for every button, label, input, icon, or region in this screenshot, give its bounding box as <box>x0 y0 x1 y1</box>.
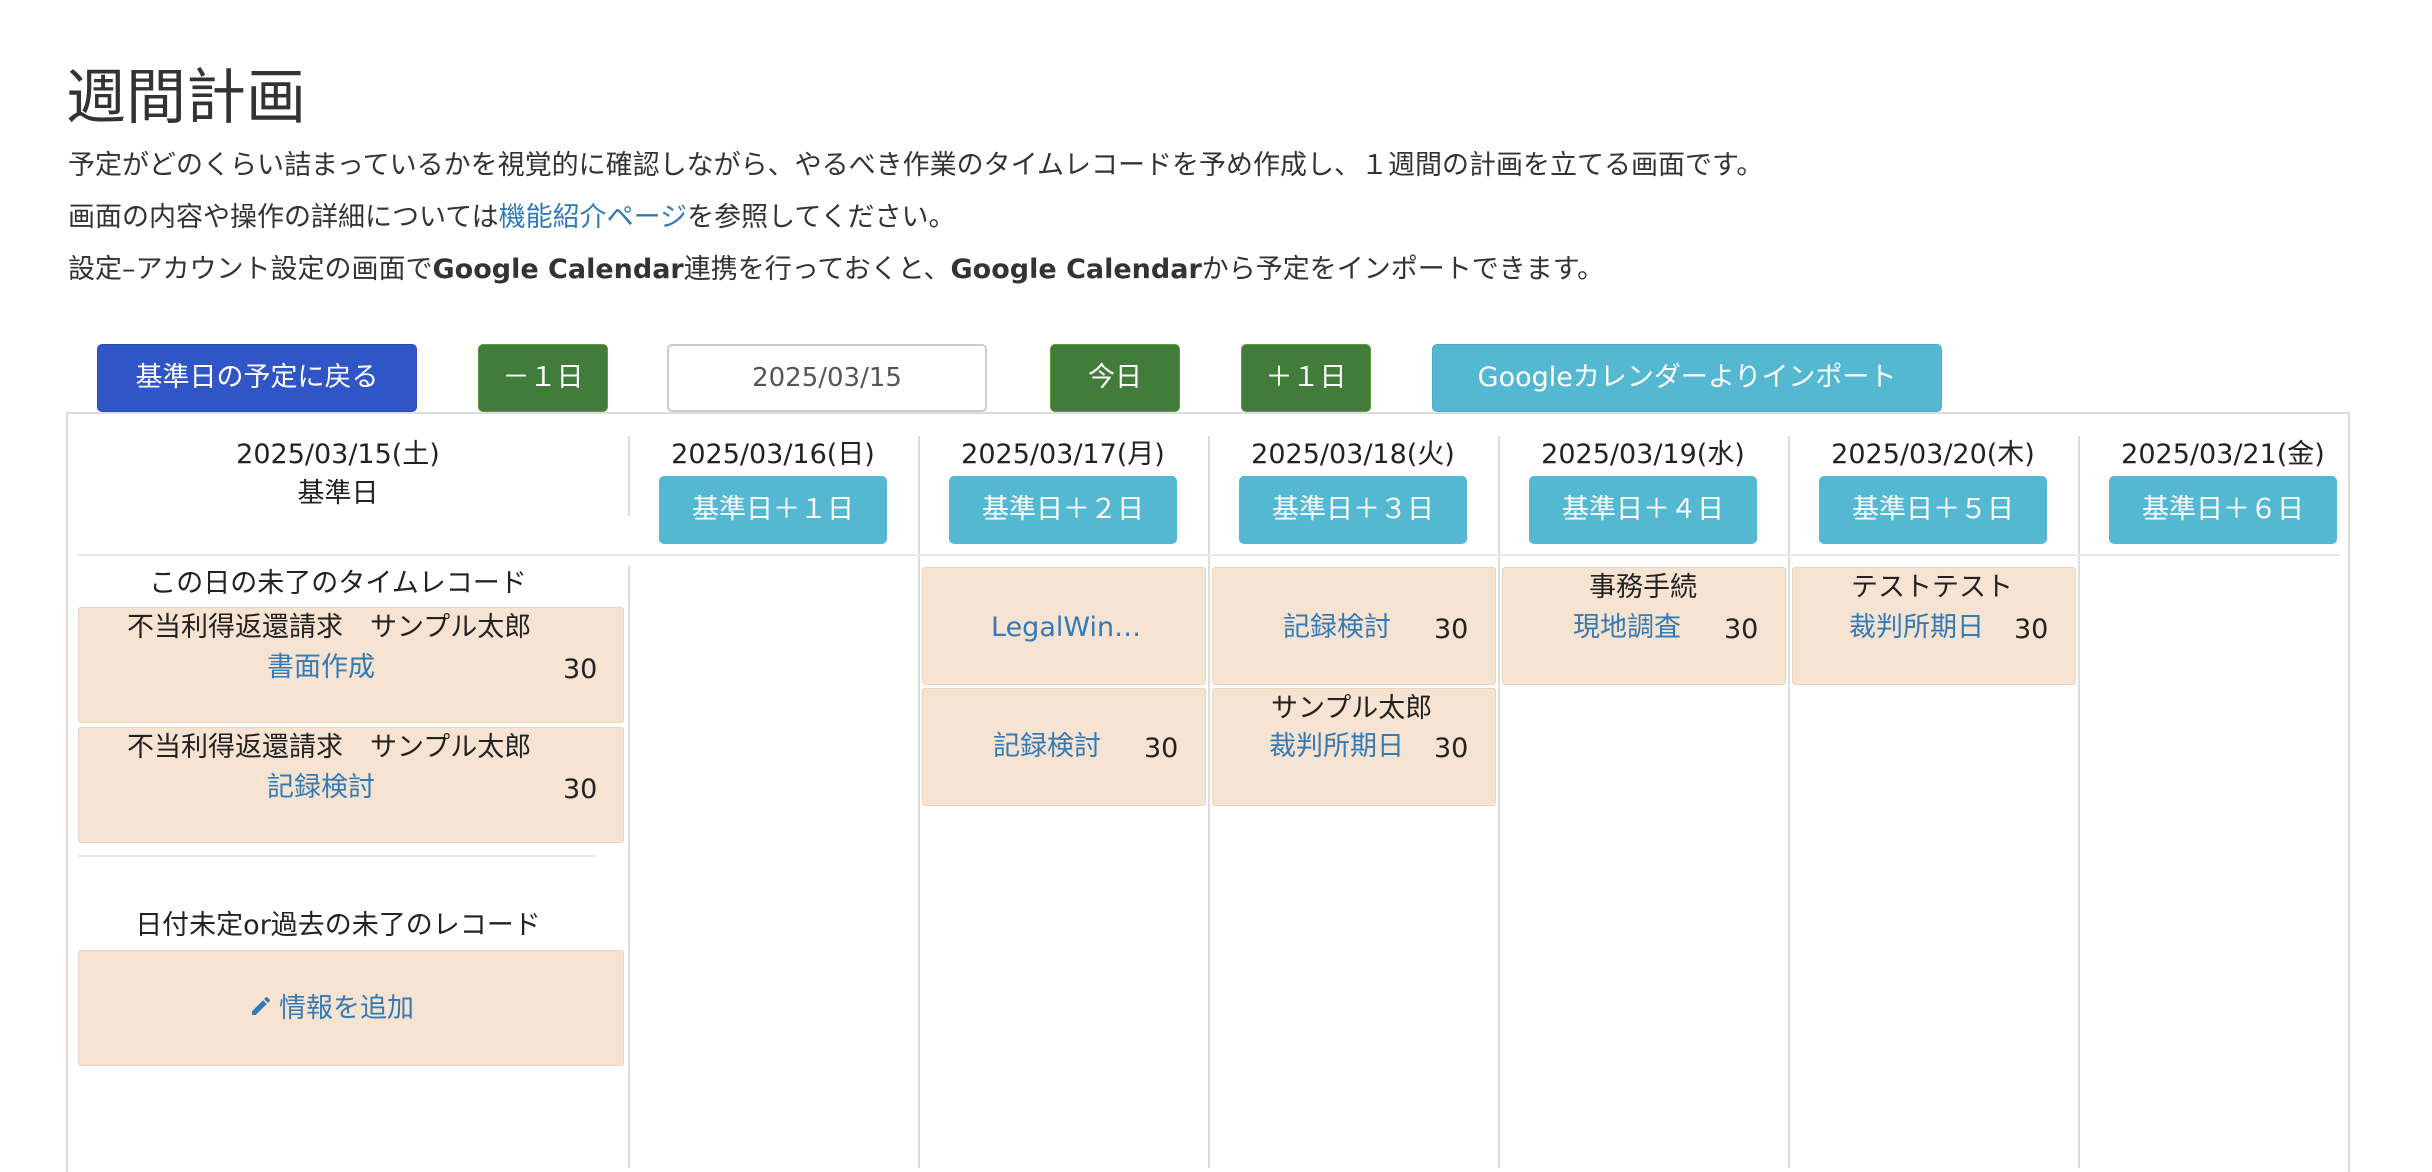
today-button[interactable]: 今日 <box>1050 344 1180 412</box>
base-date-label: 2025/03/15(土) <box>236 439 440 470</box>
day-button-plus-1[interactable]: 基準日＋１日 <box>659 476 887 544</box>
record-matter: サンプル太郎 <box>1271 693 1433 724</box>
record-task-link[interactable]: LegalWin… <box>991 608 1141 648</box>
time-record-card[interactable]: 事務手続 現地調査 30 <box>1502 567 1786 685</box>
record-task-link[interactable]: 記録検討 <box>267 768 375 808</box>
time-record-card[interactable]: 不当利得返還請求 サンプル太郎 記録検討 30 <box>78 727 624 843</box>
minus-one-day-button[interactable]: －１日 <box>478 344 608 412</box>
day-date-label: 2025/03/17(月) <box>961 439 1165 470</box>
feature-intro-link[interactable]: 機能紹介ページ <box>499 202 687 233</box>
add-info-link[interactable]: 情報を追加 <box>249 989 414 1030</box>
desc2-post: を参照してください。 <box>687 202 956 233</box>
record-minutes: 30 <box>2014 614 2049 645</box>
record-matter: 不当利得返還請求 サンプル太郎 <box>127 732 532 763</box>
record-matter: 不当利得返還請求 サンプル太郎 <box>127 612 532 643</box>
day-button-plus-2[interactable]: 基準日＋２日 <box>949 476 1177 544</box>
add-info-label: 情報を追加 <box>279 993 414 1024</box>
record-minutes: 30 <box>563 654 598 685</box>
column-divider <box>918 436 920 1168</box>
base-date-input[interactable] <box>667 344 987 412</box>
record-task-link[interactable]: 現地調査 <box>1573 608 1681 648</box>
record-minutes: 30 <box>1434 614 1469 645</box>
page-description-3: 設定–アカウント設定の画面でGoogle Calendar連携を行っておくと、G… <box>68 252 1604 288</box>
base-day-caption: 基準日 <box>297 478 379 509</box>
column-divider <box>1498 436 1500 1168</box>
record-minutes: 30 <box>1724 614 1759 645</box>
column-divider <box>1788 436 1790 1168</box>
desc3-c: 連携を行っておくと、 <box>683 254 951 285</box>
google-calendar-import-button[interactable]: Googleカレンダーよりインポート <box>1432 344 1942 412</box>
desc3-e: から予定をインポートできます。 <box>1201 254 1605 285</box>
record-task-link[interactable]: 裁判所期日 <box>1269 727 1404 767</box>
day-button-plus-3[interactable]: 基準日＋３日 <box>1239 476 1467 544</box>
page-description-2: 画面の内容や操作の詳細については機能紹介ページを参照してください。 <box>68 200 956 236</box>
back-to-base-date-button[interactable]: 基準日の予定に戻る <box>97 344 417 412</box>
add-record-card[interactable]: 情報を追加 <box>78 950 624 1066</box>
pencil-icon <box>249 990 273 1030</box>
record-matter: テストテスト <box>1851 572 2013 603</box>
time-record-card[interactable]: LegalWin… <box>922 567 1206 685</box>
desc3-b: Google Calendar <box>432 254 684 285</box>
day-date-label: 2025/03/20(木) <box>1831 439 2035 470</box>
desc3-a: 設定–アカウント設定の画面で <box>68 254 433 285</box>
page-description-1: 予定がどのくらい詰まっているかを視覚的に確認しながら、やるべき作業のタイムレコー… <box>68 150 1764 181</box>
day-date-label: 2025/03/21(金) <box>2121 439 2325 470</box>
record-minutes: 30 <box>563 774 598 805</box>
column-divider <box>1208 436 1210 1168</box>
desc3-d: Google Calendar <box>950 254 1202 285</box>
record-task-link[interactable]: 裁判所期日 <box>1849 608 1984 648</box>
section-divider <box>78 855 596 857</box>
day-button-plus-5[interactable]: 基準日＋５日 <box>1819 476 2047 544</box>
column-divider <box>628 566 630 1168</box>
time-record-card[interactable]: サンプル太郎 裁判所期日 30 <box>1212 688 1496 806</box>
day-button-plus-4[interactable]: 基準日＋４日 <box>1529 476 1757 544</box>
day-date-label: 2025/03/19(水) <box>1541 439 1745 470</box>
day-date-label: 2025/03/16(日) <box>671 439 875 470</box>
column-divider <box>2078 436 2080 1168</box>
record-task-link[interactable]: 書面作成 <box>267 648 375 688</box>
time-record-card[interactable]: 記録検討 30 <box>1212 567 1496 685</box>
column-divider <box>628 436 630 516</box>
plus-one-day-button[interactable]: ＋１日 <box>1241 344 1371 412</box>
day-button-plus-6[interactable]: 基準日＋６日 <box>2109 476 2337 544</box>
undated-records-title: 日付未定or過去の未了のレコード <box>135 910 541 941</box>
incomplete-records-title: この日の未了のタイムレコード <box>149 568 527 599</box>
time-record-card[interactable]: 記録検討 30 <box>922 688 1206 806</box>
page-title: 週間計画 <box>66 63 306 133</box>
record-minutes: 30 <box>1144 733 1179 764</box>
time-record-card[interactable]: テストテスト 裁判所期日 30 <box>1792 567 2076 685</box>
record-matter: 事務手続 <box>1589 572 1697 603</box>
record-task-link[interactable]: 記録検討 <box>1283 608 1391 648</box>
record-task-link[interactable]: 記録検討 <box>993 727 1101 767</box>
header-divider <box>78 554 2340 556</box>
time-record-card[interactable]: 不当利得返還請求 サンプル太郎 書面作成 30 <box>78 607 624 723</box>
record-minutes: 30 <box>1434 733 1469 764</box>
desc2-pre: 画面の内容や操作の詳細については <box>68 202 499 233</box>
day-date-label: 2025/03/18(火) <box>1251 439 1455 470</box>
